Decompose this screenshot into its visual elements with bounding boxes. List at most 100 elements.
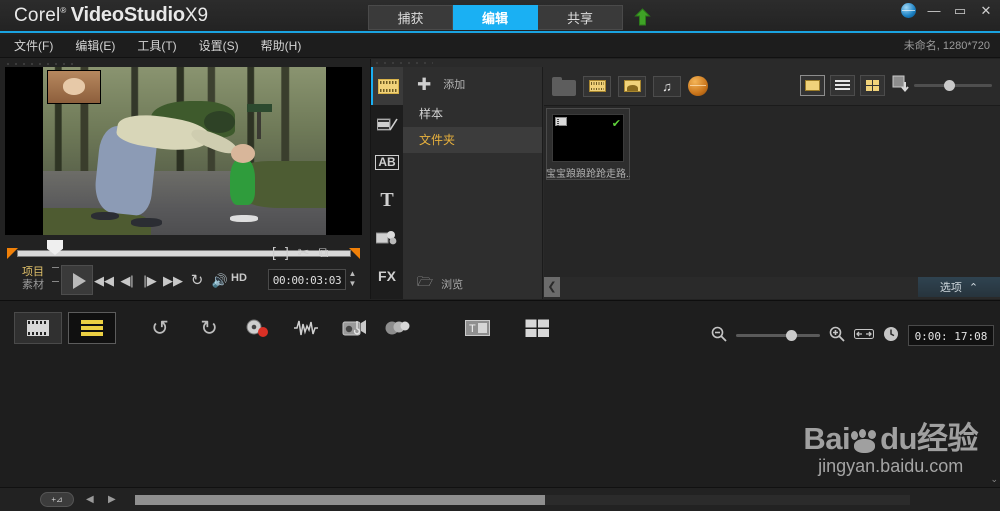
- motion-tracking-button[interactable]: [381, 312, 415, 344]
- close-button[interactable]: ✕: [978, 3, 994, 18]
- sort-icon[interactable]: [892, 75, 912, 96]
- library-nav-folders[interactable]: 文件夹: [403, 127, 542, 153]
- library-folder-icon[interactable]: [552, 76, 576, 96]
- adult-shoe-left: [91, 211, 120, 220]
- timeline-zoom-slider[interactable]: [736, 330, 820, 341]
- library-drag-handle[interactable]: [373, 60, 433, 66]
- plus-icon[interactable]: ✚: [417, 76, 431, 93]
- fit-to-window-icon[interactable]: [854, 327, 874, 345]
- timeline-toolbar: ↺ ↻ T 0:00: 17:08: [0, 312, 1000, 346]
- mode-dash-upper: [52, 267, 59, 268]
- adult-shoe-right: [130, 218, 162, 227]
- brand-videostudio: VideoStudio: [70, 4, 185, 26]
- audio-mixer-button[interactable]: [289, 312, 323, 344]
- snapshot-icon[interactable]: ⧉: [319, 244, 329, 261]
- main-tabs: 捕获 编辑 共享: [368, 5, 653, 30]
- tab-capture[interactable]: 捕获: [368, 5, 453, 30]
- multicamera-button[interactable]: [520, 312, 554, 344]
- split-clip-icon[interactable]: ✂: [298, 244, 310, 261]
- storyboard-view-button[interactable]: [14, 312, 62, 344]
- horizontal-scroll-thumb[interactable]: [135, 495, 545, 505]
- menu-settings[interactable]: 设置(S): [199, 35, 239, 58]
- library-asset-item[interactable]: ✔ 宝宝踉踉跄跄走路...: [546, 114, 630, 180]
- watermark-line2: jingyan.baidu.com: [818, 456, 964, 476]
- asset-thumbnail[interactable]: ✔: [552, 114, 624, 162]
- paw-icon: [850, 429, 880, 455]
- library-browse-button[interactable]: 🗁 浏览: [403, 273, 543, 295]
- go-home-button[interactable]: ◀◀: [93, 271, 115, 291]
- thumbnail-size-slider[interactable]: [914, 80, 992, 91]
- globe-icon[interactable]: [901, 3, 916, 18]
- preview-panel: [ ] ✂ ⧉ 项目 素材 ◀◀ ◀| |▶ ▶▶ ↻ 🔊 HD 00:00:0…: [0, 59, 368, 299]
- library-asset-grid[interactable]: ✔ 宝宝踉踉跄跄走路...: [544, 105, 1000, 277]
- filter-audio-icon[interactable]: ♫: [653, 75, 681, 97]
- timeline-horizontal-scrollbar[interactable]: [135, 495, 910, 505]
- rail-title-ab-icon[interactable]: AB: [371, 143, 403, 181]
- library-view-modes: [800, 75, 885, 96]
- options-panel-button[interactable]: 选项 ⌃: [918, 277, 1000, 297]
- view-list[interactable]: [830, 75, 855, 96]
- redo-button[interactable]: ↻: [192, 312, 226, 344]
- mode-project-label[interactable]: 项目: [22, 266, 44, 279]
- rail-graphic-icon[interactable]: [371, 219, 403, 257]
- maximize-button[interactable]: ▭: [952, 3, 968, 18]
- go-end-button[interactable]: ▶▶: [162, 271, 184, 291]
- library-add-row[interactable]: ✚ 添加: [403, 67, 542, 101]
- library-browse-label[interactable]: 浏览: [441, 276, 463, 292]
- timecode-stepper[interactable]: ▲ ▼: [347, 269, 358, 290]
- preview-mode-toggle[interactable]: 项目 素材: [22, 266, 44, 292]
- menu-help[interactable]: 帮助(H): [261, 35, 302, 58]
- video-frame: [43, 67, 326, 235]
- undo-button[interactable]: ↺: [143, 312, 177, 344]
- scroll-down-chevron-icon[interactable]: ⌄: [990, 474, 998, 485]
- timeline-view-button[interactable]: [68, 312, 116, 344]
- minimize-button[interactable]: —: [926, 3, 942, 18]
- browse-folder-icon[interactable]: 🗁: [417, 273, 433, 295]
- library-main: ♫ ✔ 宝宝踉踉跄跄走路... ❮ 选项 ⌃: [544, 67, 1000, 299]
- add-track-button[interactable]: +⊿: [40, 492, 74, 507]
- mode-clip-label[interactable]: 素材: [22, 279, 44, 292]
- filter-video-icon[interactable]: [583, 75, 611, 97]
- library-nav-samples[interactable]: 样本: [403, 101, 542, 127]
- menu-tools[interactable]: 工具(T): [137, 35, 176, 58]
- sound-mixer-button[interactable]: [338, 312, 372, 344]
- mark-in-icon[interactable]: [: [272, 244, 276, 260]
- tab-edit[interactable]: 编辑: [453, 5, 538, 30]
- library-collapse-button[interactable]: ❮: [544, 277, 560, 297]
- preview-edit-tools: [ ] ✂ ⧉: [272, 242, 362, 262]
- menu-edit[interactable]: 编辑(E): [75, 35, 115, 58]
- timeline-panel: ↺ ↻ T 0:00: 17:08 ⌄ Bai du经验 jingyan.bai…: [0, 300, 1000, 511]
- menu-file[interactable]: 文件(F): [14, 35, 53, 58]
- previous-frame-button[interactable]: ◀|: [116, 271, 138, 291]
- watermark-line1: Bai du经验: [803, 421, 978, 456]
- zoom-out-icon[interactable]: [711, 326, 727, 346]
- tab-share[interactable]: 共享: [538, 5, 623, 30]
- view-thumbnail-large[interactable]: [800, 75, 825, 96]
- rail-fx-icon[interactable]: FX: [371, 257, 403, 295]
- filter-360-icon[interactable]: [688, 76, 708, 96]
- filter-photo-icon[interactable]: [618, 75, 646, 97]
- hd-toggle[interactable]: HD: [231, 272, 247, 284]
- rail-media-icon[interactable]: [371, 67, 403, 105]
- repeat-button[interactable]: ↻: [186, 271, 208, 291]
- rail-transition-icon[interactable]: [371, 105, 403, 143]
- library-nav: ✚ 添加 样本 文件夹 🗁 浏览: [403, 67, 543, 299]
- volume-button[interactable]: 🔊: [209, 271, 231, 291]
- timeline-total-duration[interactable]: 0:00: 17:08: [908, 325, 994, 346]
- mark-out-icon[interactable]: ]: [285, 244, 289, 260]
- upload-arrow-icon[interactable]: [631, 5, 653, 30]
- video-preview[interactable]: [5, 67, 362, 235]
- record-capture-button[interactable]: [241, 312, 275, 344]
- preview-timecode[interactable]: 00:00:03:03: [268, 269, 346, 290]
- title-safe-button[interactable]: T: [460, 312, 494, 344]
- asset-name-label: 宝宝踉踉跄跄走路...: [546, 169, 630, 180]
- scroll-left-button[interactable]: ◀: [86, 494, 94, 505]
- play-button[interactable]: [61, 265, 93, 295]
- clock-icon[interactable]: [883, 326, 899, 346]
- library-add-label[interactable]: 添加: [443, 76, 465, 92]
- next-frame-button[interactable]: |▶: [139, 271, 161, 291]
- scroll-right-button[interactable]: ▶: [108, 494, 116, 505]
- rail-text-icon[interactable]: T: [371, 181, 403, 219]
- view-grid[interactable]: [860, 75, 885, 96]
- zoom-in-icon[interactable]: [829, 326, 845, 346]
